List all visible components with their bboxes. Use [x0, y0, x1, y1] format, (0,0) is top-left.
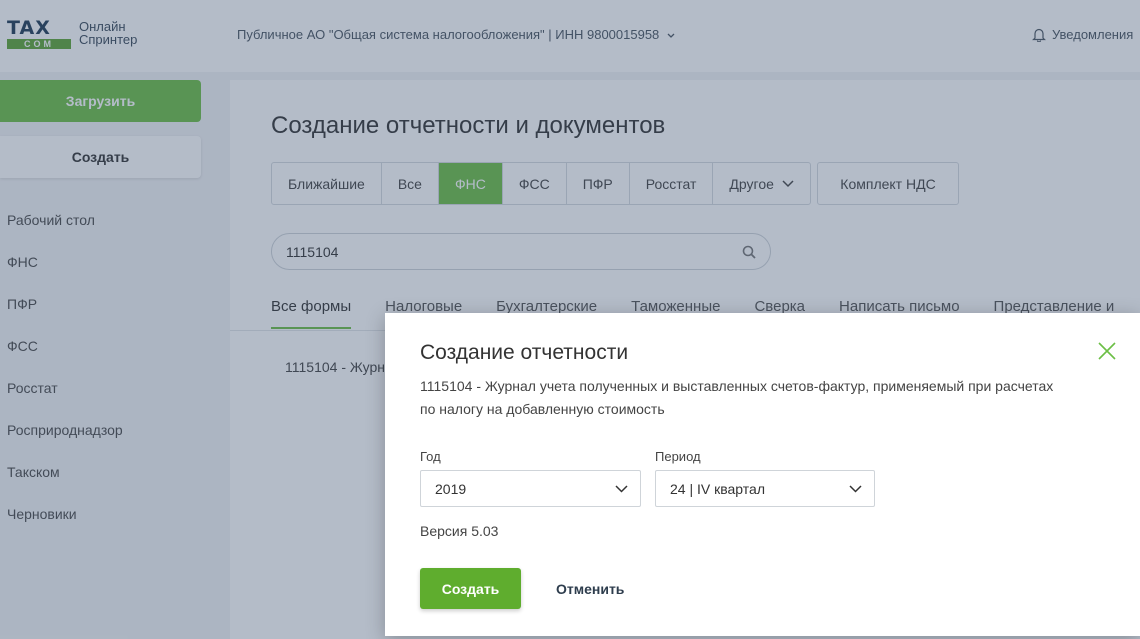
modal-description: 1115104 - Журнал учета полученных и выст… [420, 378, 1054, 417]
version-text: Версия 5.03 [420, 523, 499, 539]
period-select[interactable]: 24 | IV квартал [655, 470, 875, 507]
period-value: 24 | IV квартал [670, 480, 765, 497]
chevron-down-icon [615, 484, 628, 493]
chevron-down-icon [849, 484, 862, 493]
create-button[interactable]: Создать [420, 568, 521, 609]
close-icon[interactable] [1097, 341, 1117, 361]
create-report-modal: Создание отчетности 1115104 - Журнал уче… [385, 313, 1140, 636]
year-label: Год [420, 449, 441, 464]
cancel-button[interactable]: Отменить [556, 568, 624, 609]
period-label: Период [655, 449, 701, 464]
year-value: 2019 [435, 480, 467, 497]
year-select[interactable]: 2019 [420, 470, 641, 507]
modal-title: Создание отчетности [420, 341, 629, 364]
